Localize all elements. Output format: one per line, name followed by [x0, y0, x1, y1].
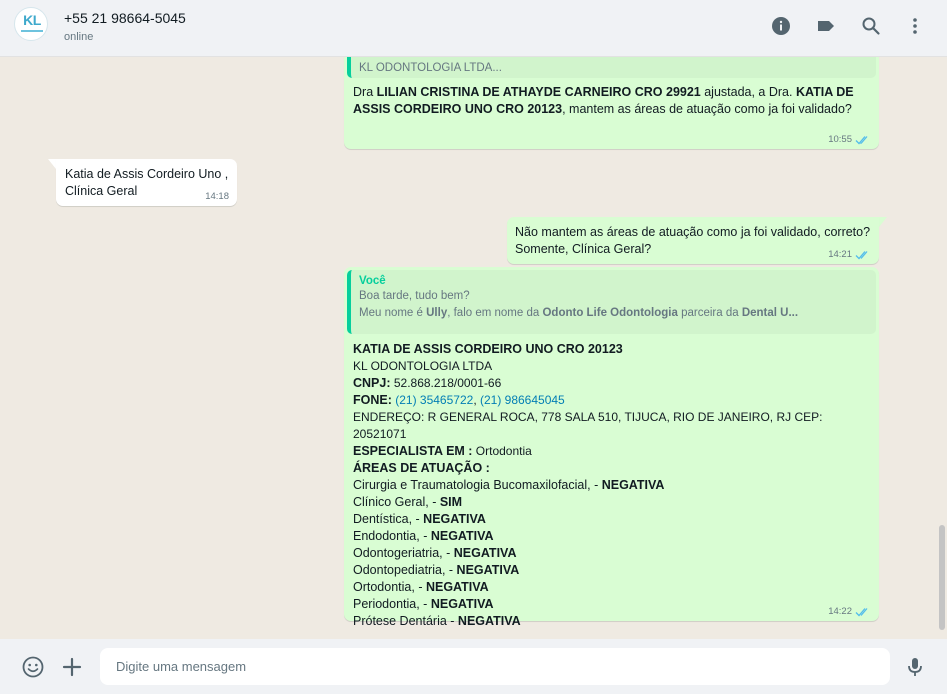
area-item: Prótese Dentária - NEGATIVA: [353, 614, 521, 628]
chat-area[interactable]: KL ODONTOLOGIA LTDA... Dra LILIAN CRISTI…: [0, 57, 947, 639]
area-item: Clínico Geral, - SIM: [353, 495, 463, 509]
quoted-message-line: Boa tarde, tudo bem?: [359, 290, 470, 302]
message-meta: 14:22: [828, 606, 871, 617]
area-item: Odontopediatria, - NEGATIVA: [353, 563, 520, 577]
attach-plus-icon[interactable]: [60, 655, 84, 679]
avatar-logo-text: KL: [23, 12, 41, 28]
area-item: Dentística, - NEGATIVA: [353, 512, 486, 526]
message-bubble-outgoing[interactable]: KL ODONTOLOGIA LTDA... Dra LILIAN CRISTI…: [344, 57, 879, 149]
message-time: 10:55: [828, 134, 852, 145]
contact-status: online: [64, 31, 94, 43]
bubble-tail: [879, 217, 887, 227]
avatar-logo-mark: [15, 30, 47, 33]
area-item: Ortodontia, - NEGATIVA: [353, 580, 489, 594]
message-meta: 14:21: [828, 249, 871, 260]
message-bubble-incoming[interactable]: Katia de Assis Cordeiro Uno , Clínica Ge…: [56, 159, 237, 206]
area-item: Periodontia, - NEGATIVA: [353, 597, 494, 611]
message-composer: [0, 639, 947, 694]
phone-link[interactable]: (21) 986645045: [480, 393, 565, 407]
provider-title: KATIA DE ASSIS CORDEIRO UNO CRO 20123: [353, 342, 623, 356]
quoted-message[interactable]: Você Boa tarde, tudo bem? Meu nome é Ull…: [347, 270, 876, 334]
read-ticks-icon: [855, 250, 868, 259]
quoted-message[interactable]: KL ODONTOLOGIA LTDA...: [347, 57, 876, 78]
phone-line: FONE: (21) 35465722, (21) 986645045: [353, 393, 565, 407]
message-meta: 10:55: [828, 134, 871, 145]
contact-avatar[interactable]: KL: [14, 7, 48, 41]
emoji-icon[interactable]: [21, 655, 45, 679]
quoted-message-author: Você: [359, 275, 386, 287]
info-icon[interactable]: [771, 16, 791, 36]
menu-icon[interactable]: [905, 16, 925, 36]
message-time: 14:18: [205, 191, 229, 202]
quoted-message-line: Meu nome é Ully, falo em nome da Odonto …: [359, 307, 799, 319]
cnpj-line: CNPJ: 52.868.218/0001-66: [353, 376, 502, 390]
specialist-line: ESPECIALISTA EM : Ortodontia: [353, 444, 532, 458]
microphone-icon[interactable]: [903, 655, 927, 679]
areas-heading: ÁREAS DE ATUAÇÃO :: [353, 461, 490, 475]
message-text: Katia de Assis Cordeiro Uno , Clínica Ge…: [65, 167, 229, 198]
message-text: Dra LILIAN CRISTINA DE ATHAYDE CARNEIRO …: [353, 85, 854, 116]
contact-name[interactable]: +55 21 98664-5045: [64, 10, 186, 26]
area-item: Cirurgia e Traumatologia Bucomaxilofacia…: [353, 478, 665, 492]
message-input[interactable]: [100, 648, 890, 685]
message-bubble-outgoing[interactable]: Você Boa tarde, tudo bem? Meu nome é Ull…: [344, 267, 879, 628]
message-text: KATIA DE ASSIS CORDEIRO UNO CRO 20123 KL…: [353, 341, 873, 630]
phone-link[interactable]: (21) 35465722: [395, 393, 473, 407]
bubble-tail: [48, 159, 56, 169]
area-item: Odontogeriatria, - NEGATIVA: [353, 546, 517, 560]
message-text: Não mantem as áreas de atuação como ja f…: [515, 225, 871, 256]
message-meta: 14:18: [205, 191, 229, 202]
read-ticks-icon: [855, 607, 868, 616]
quoted-message-text: KL ODONTOLOGIA LTDA...: [359, 62, 502, 74]
search-icon[interactable]: [861, 16, 881, 36]
company-name: KL ODONTOLOGIA LTDA: [353, 359, 493, 373]
chat-header: KL +55 21 98664-5045 online: [0, 0, 947, 57]
chat-scrollbar[interactable]: [939, 525, 945, 630]
message-time: 14:21: [828, 249, 852, 260]
message-bubble-outgoing[interactable]: Não mantem as áreas de atuação como ja f…: [507, 217, 879, 264]
read-ticks-icon: [855, 135, 868, 144]
area-item: Endodontia, - NEGATIVA: [353, 529, 494, 543]
label-icon[interactable]: [816, 16, 836, 36]
message-time: 14:22: [828, 606, 852, 617]
address-line: ENDEREÇO: R GENERAL ROCA, 778 SALA 510, …: [353, 410, 823, 441]
